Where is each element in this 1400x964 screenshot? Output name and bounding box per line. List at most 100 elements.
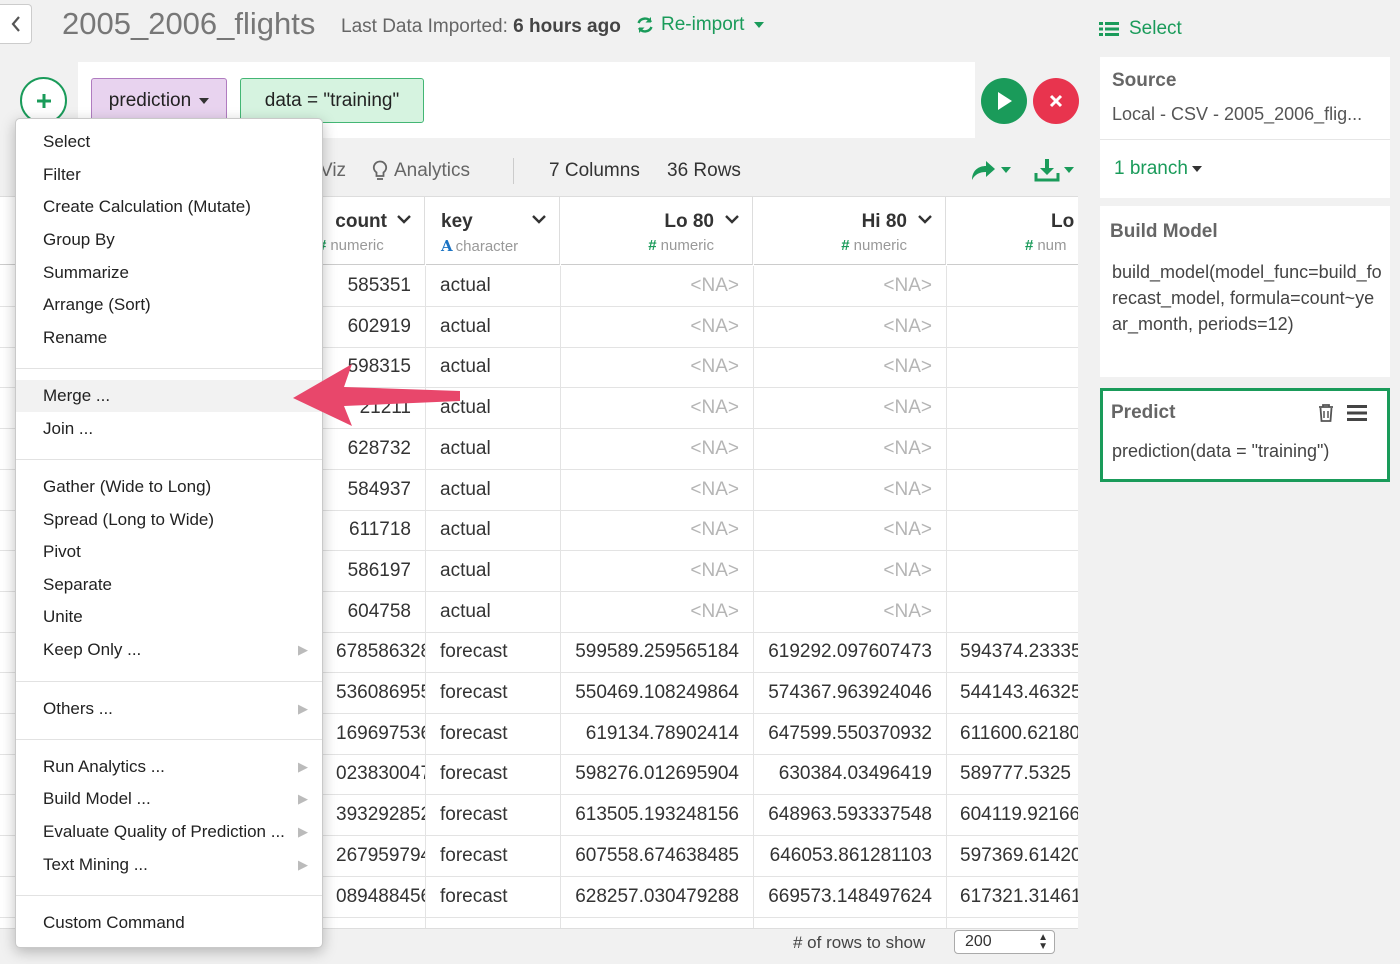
tab-analytics[interactable]: Analytics bbox=[372, 160, 470, 182]
cell-lo80[interactable]: <NA> bbox=[561, 347, 754, 388]
cell-lo[interactable]: 611600.62180 bbox=[947, 714, 1078, 754]
cell-lo80[interactable]: <NA> bbox=[561, 388, 754, 429]
cell-lo[interactable] bbox=[947, 510, 1078, 550]
menu-item-build-model[interactable]: Build Model ... ▶ bbox=[16, 783, 322, 815]
cell-key[interactable]: actual bbox=[426, 428, 561, 469]
cell-key[interactable]: forecast bbox=[426, 754, 561, 795]
cell-key[interactable]: actual bbox=[426, 266, 561, 306]
step-card-source[interactable]: Source Local - CSV - 2005_2006_flig... 1… bbox=[1100, 57, 1390, 198]
cell-hi80[interactable]: <NA> bbox=[754, 550, 947, 591]
cell-count[interactable]: 611718 bbox=[322, 510, 426, 551]
menu-item-others[interactable]: Others ... ▶ bbox=[16, 693, 322, 725]
cell-count[interactable]: 536086955 bbox=[322, 673, 426, 713]
cell-count[interactable]: 602919 bbox=[322, 306, 426, 347]
cell-hi80[interactable]: 669573.148497624 bbox=[754, 876, 947, 917]
chevron-down-icon[interactable] bbox=[917, 211, 933, 232]
cell-lo[interactable] bbox=[947, 266, 1078, 306]
cell-hi80[interactable]: <NA> bbox=[754, 510, 947, 551]
cell-count[interactable]: 584937 bbox=[322, 469, 426, 510]
cell-lo[interactable] bbox=[947, 307, 1078, 347]
rows-to-show-select[interactable]: 200 ▲ ▼ bbox=[954, 930, 1055, 954]
cell-hi80[interactable]: 647599.550370932 bbox=[754, 713, 947, 754]
cell-hi80[interactable]: 646053.861281103 bbox=[754, 835, 947, 876]
chevron-down-icon[interactable] bbox=[396, 211, 412, 232]
cell-lo80[interactable]: <NA> bbox=[561, 428, 754, 469]
cancel-button[interactable] bbox=[1033, 78, 1079, 124]
menu-item-arrange-sort[interactable]: Arrange (Sort) bbox=[16, 289, 322, 321]
cell-key[interactable]: forecast bbox=[426, 632, 561, 673]
cell-lo80[interactable]: <NA> bbox=[561, 306, 754, 347]
branch-dropdown[interactable]: 1 branch bbox=[1114, 158, 1202, 180]
cell-count[interactable]: 585351 bbox=[322, 266, 426, 306]
menu-item-pivot[interactable]: Pivot bbox=[16, 536, 322, 568]
cell-hi80[interactable]: 630384.03496419 bbox=[754, 754, 947, 795]
cell-lo80[interactable]: 628257.030479288 bbox=[561, 876, 754, 917]
cell-lo80[interactable]: 613505.193248156 bbox=[561, 795, 754, 836]
menu-item-summarize[interactable]: Summarize bbox=[16, 257, 322, 289]
menu-item-separate[interactable]: Separate bbox=[16, 569, 322, 601]
cell-hi80[interactable]: <NA> bbox=[754, 428, 947, 469]
cell-key[interactable]: actual bbox=[426, 306, 561, 347]
cell-key[interactable]: forecast bbox=[426, 673, 561, 713]
column-header-lo80[interactable]: Lo 80 # numeric bbox=[561, 197, 753, 265]
step-card-build-model[interactable]: Build Model build_model(model_func=build… bbox=[1100, 206, 1390, 377]
menu-icon[interactable] bbox=[1347, 405, 1367, 426]
cell-key[interactable]: forecast bbox=[426, 713, 561, 754]
column-header-key[interactable]: key Acharacter bbox=[426, 197, 560, 265]
column-header-lo[interactable]: Lo # num bbox=[947, 197, 1078, 265]
cell-hi80[interactable]: <NA> bbox=[754, 266, 947, 306]
cell-hi80[interactable]: 648963.593337548 bbox=[754, 795, 947, 836]
menu-item-select[interactable]: Select bbox=[16, 126, 322, 158]
add-step-button[interactable] bbox=[20, 77, 67, 124]
share-button[interactable] bbox=[969, 158, 1011, 182]
back-button[interactable] bbox=[0, 4, 32, 44]
cell-count[interactable]: 023830047 bbox=[322, 754, 426, 795]
cell-hi80[interactable]: <NA> bbox=[754, 591, 947, 632]
cell-lo[interactable] bbox=[947, 470, 1078, 510]
cell-lo80[interactable]: 550469.108249864 bbox=[561, 673, 754, 713]
column-header-hi80[interactable]: Hi 80 # numeric bbox=[754, 197, 946, 265]
prediction-function-pill[interactable]: prediction bbox=[91, 78, 227, 123]
cell-lo[interactable]: 597369.61420 bbox=[947, 836, 1078, 876]
step-card-predict[interactable]: Predict prediction(data = "training") bbox=[1100, 388, 1390, 482]
cell-lo80[interactable]: 599589.259565184 bbox=[561, 632, 754, 673]
menu-item-spread-long-to-wide[interactable]: Spread (Long to Wide) bbox=[16, 504, 322, 536]
run-button[interactable] bbox=[981, 78, 1027, 124]
menu-item-group-by[interactable]: Group By bbox=[16, 224, 322, 256]
cell-lo[interactable]: 544143.46325 bbox=[947, 673, 1078, 713]
cell-lo[interactable]: 604119.92166 bbox=[947, 795, 1078, 835]
cell-lo[interactable] bbox=[947, 347, 1078, 387]
menu-item-evaluate-quality-of-prediction[interactable]: Evaluate Quality of Prediction ... ▶ bbox=[16, 816, 322, 848]
cell-key[interactable]: forecast bbox=[426, 835, 561, 876]
cell-count[interactable]: 393292852 bbox=[322, 795, 426, 836]
cell-count[interactable]: 000000000 bbox=[322, 917, 426, 928]
cell-hi80[interactable]: <NA> bbox=[754, 388, 947, 429]
cell-lo80[interactable]: 619134.78902414 bbox=[561, 713, 754, 754]
cell-count[interactable]: 678586328 bbox=[322, 632, 426, 673]
cell-count[interactable]: 628732 bbox=[322, 428, 426, 469]
cell-count[interactable]: 586197 bbox=[322, 550, 426, 591]
cell-count[interactable]: 089488456 bbox=[322, 876, 426, 917]
cell-key[interactable]: actual bbox=[426, 469, 561, 510]
menu-item-join[interactable]: Join ... bbox=[16, 413, 322, 445]
cell-hi80[interactable]: <NA> bbox=[754, 469, 947, 510]
cell-lo[interactable] bbox=[947, 551, 1078, 591]
cell-hi80[interactable]: 619292.097607473 bbox=[754, 632, 947, 673]
cell-lo[interactable]: 589777.5325 bbox=[947, 754, 1078, 794]
cell-hi80[interactable]: <NA> bbox=[754, 306, 947, 347]
cell-lo[interactable]: 622522.40000 bbox=[947, 917, 1078, 928]
cell-key[interactable]: forecast bbox=[426, 795, 561, 836]
menu-item-rename[interactable]: Rename bbox=[16, 322, 322, 354]
cell-key[interactable]: forecast bbox=[426, 917, 561, 928]
sidebar-select-button[interactable]: Select bbox=[1099, 18, 1182, 40]
menu-item-filter[interactable]: Filter bbox=[16, 159, 322, 191]
cell-key[interactable]: actual bbox=[426, 550, 561, 591]
cell-key[interactable]: actual bbox=[426, 510, 561, 551]
cell-lo80[interactable]: 607558.674638485 bbox=[561, 835, 754, 876]
menu-item-custom-command[interactable]: Custom Command bbox=[16, 907, 322, 939]
cell-key[interactable]: actual bbox=[426, 591, 561, 632]
data-argument-pill[interactable]: data = "training" bbox=[240, 78, 424, 123]
cell-lo80[interactable]: <NA> bbox=[561, 469, 754, 510]
cell-lo80[interactable]: <NA> bbox=[561, 550, 754, 591]
cell-lo[interactable] bbox=[947, 429, 1078, 469]
